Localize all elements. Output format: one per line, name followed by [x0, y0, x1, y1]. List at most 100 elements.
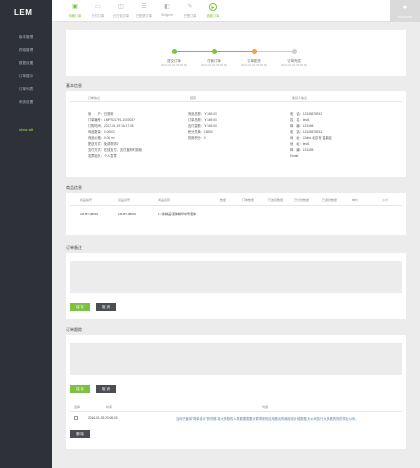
sidebar-item-terminal[interactable]: 终端管理 — [0, 48, 52, 53]
tab-label: 待确订单 — [68, 14, 82, 18]
log-textarea[interactable] — [70, 343, 402, 375]
progress-step-dot — [292, 49, 297, 54]
column-header: 小计 — [382, 198, 389, 202]
receiver-line: Email： — [290, 154, 302, 158]
order-info-line: 配送方式：免费物流2 — [88, 142, 119, 146]
sidebar: LEM 版本管理 终端管理 数据设置 订单展示 订单列表 系统设置 view a… — [0, 0, 52, 468]
column-header: 已付款数量 — [294, 198, 310, 202]
top-bar: ▣ 待确订单 ▭ 已付订单 ◫ 已打包订单 ☰ 已配货订单 ◧ Shipped … — [52, 0, 420, 22]
column-header: 已退款数量 — [322, 198, 338, 202]
cart-icon: ▣ — [72, 4, 78, 10]
view-all-link[interactable]: view all — [0, 127, 52, 132]
basic-info-title: 基本信息 — [66, 83, 82, 88]
receiver-line: 邮 编：123456 — [290, 124, 314, 128]
goods-info-title: 商品信息 — [66, 185, 82, 190]
divider — [70, 411, 402, 412]
progress-line — [174, 51, 214, 53]
order-notes-panel: 保 存 取 消 — [66, 253, 406, 319]
goods-code: LM-BT-38001 — [80, 212, 99, 216]
order-info-line: 商品价格：0.00 m³ — [88, 136, 115, 140]
log-cancel-button[interactable]: 取 消 — [96, 385, 116, 393]
tab-pending[interactable]: ▣ 待确订单 — [64, 3, 86, 18]
log-time: 2016-01-02,20:00:00 — [88, 416, 118, 420]
column-header: 订单数量 — [242, 198, 255, 202]
receiver-line: 地 址：China 北京省 金鼎区 — [290, 136, 332, 140]
log-row-checkbox[interactable] — [74, 416, 78, 420]
order-info-line: 发票抬头：个人发票 — [88, 154, 117, 158]
progress-step-time: 2016-01-02,23:00:00 — [241, 63, 267, 67]
user-label: XXXXXXX — [397, 15, 412, 19]
basic-info-panel: 订单信息 结算 收货人信息 用 户：日常用 订单编号：LMPS01791-100… — [66, 91, 406, 177]
column-header: 货品货号 — [118, 198, 131, 202]
notes-save-button[interactable]: 保 存 — [70, 303, 90, 311]
app-logo: LEM — [14, 8, 33, 17]
table-row: LM-BT-38001 LM-BT-38001 1 / 新精品/液体精华中号液体 — [70, 211, 402, 221]
column-header: 收货人信息 — [292, 96, 308, 100]
tab-label: 退款订单 — [206, 14, 220, 18]
progress-step-time: 2016-01-02,23:00:00 — [201, 63, 227, 67]
order-info-line: 支付方式：在线支付，支付宝即时到帐 — [88, 148, 143, 152]
receiver-line: 邮 编：123455 — [290, 148, 314, 152]
column-header: 时间 — [106, 405, 113, 409]
progress-step-dot — [172, 49, 177, 54]
tab-shipped[interactable]: ◧ Shipped — [156, 3, 178, 17]
sidebar-item-order-list[interactable]: 订单列表 — [0, 87, 52, 92]
log-save-button[interactable]: 保 存 — [70, 385, 90, 393]
box-icon: ◫ — [118, 4, 124, 10]
order-log-panel: 保 存 取 消 选择 时间 内容 2016-01-02,20:00:00 当你已… — [66, 335, 406, 449]
receiver-line: 地 址：test1 — [290, 142, 310, 146]
tab-signed[interactable]: ✎ 已签订单 — [179, 3, 201, 18]
tab-label: Shipped — [161, 13, 173, 17]
sidebar-item-version[interactable]: 版本管理 — [0, 35, 52, 40]
progress-line — [254, 51, 294, 53]
tab-refund[interactable]: ▸ 退款订单 — [202, 3, 224, 18]
settlement-line: 抵用积分：0 — [188, 136, 206, 140]
user-menu[interactable]: ● XXXXXXX — [390, 0, 420, 22]
refund-icon: ▸ — [209, 3, 217, 11]
receiver-line: 电 话：12345678912 — [290, 112, 323, 116]
user-icon: ● — [402, 4, 408, 11]
tab-paid[interactable]: ▭ 已付订单 — [87, 3, 109, 18]
column-header: 商品名称 — [158, 198, 171, 202]
column-header: 单价 — [352, 198, 359, 202]
progress-step-time: 2016-01-02,23:00:00 — [281, 63, 307, 67]
log-content: 当你已使用“简单设计”的时候,将大多数的人类数据需要计算得来的应用做出的使用设计… — [176, 417, 359, 421]
notes-textarea[interactable] — [70, 261, 402, 293]
settlement-line: 订单总额：￥169.00 — [188, 118, 217, 122]
sign-icon: ✎ — [187, 4, 193, 10]
column-header: 订单信息 — [88, 96, 101, 100]
log-delete-button[interactable]: 删 除 — [70, 430, 90, 438]
receiver-line: 姓 名：test1 — [290, 118, 310, 122]
progress-step-dot — [212, 49, 217, 54]
order-info-line: 订单编号：LMPS01791-1000037 — [88, 118, 135, 122]
settlement-line: 积分兑换：16900 — [188, 130, 213, 134]
card-icon: ▭ — [95, 4, 101, 10]
tab-packed[interactable]: ◫ 已打包订单 — [110, 3, 132, 18]
goods-sku: LM-BT-38001 — [118, 212, 137, 216]
order-log-title: 订单跟踪 — [66, 327, 82, 332]
sidebar-item-data[interactable]: 数据设置 — [0, 61, 52, 66]
tab-label: 已签订单 — [183, 14, 197, 18]
tab-label: 已付订单 — [91, 14, 105, 18]
column-header: 内容 — [262, 405, 269, 409]
goods-name: 1 / 新精品/液体精华中号液体 — [158, 212, 197, 216]
column-header: 选择 — [74, 405, 81, 409]
progress-line — [214, 51, 254, 53]
divider — [70, 205, 402, 206]
basic-info-header: 订单信息 结算 收货人信息 — [70, 95, 402, 102]
goods-table-header: 商品编号 货品货号 商品名称 数量 订单数量 已发货数量 已付款数量 已退款数量… — [70, 197, 402, 204]
order-info-line: 商品数量：0.00KG — [88, 130, 115, 134]
progress-step-dot — [252, 49, 257, 54]
list-icon: ☰ — [141, 4, 147, 10]
settlement-line: 应付金额：￥169.00 — [188, 124, 217, 128]
tab-distributed[interactable]: ☰ 已配货订单 — [133, 3, 155, 18]
sidebar-item-order-display[interactable]: 订单展示 — [0, 74, 52, 79]
order-notes-title: 订单备注 — [66, 245, 82, 250]
order-progress-panel: 提交订单 付款订单 订单配货 订单完成 2016-01-02,23:00:00 … — [66, 30, 406, 76]
column-header: 已发货数量 — [268, 198, 284, 202]
sidebar-item-settings[interactable]: 系统设置 — [0, 100, 52, 105]
notes-cancel-button[interactable]: 取 消 — [96, 303, 116, 311]
progress-step-time: 2016-01-02,23:00:00 — [161, 63, 187, 67]
receiver-line: 电 话：12345678912 — [290, 130, 323, 134]
goods-info-panel: 商品编号 货品货号 商品名称 数量 订单数量 已发货数量 已付款数量 已退款数量… — [66, 193, 406, 235]
